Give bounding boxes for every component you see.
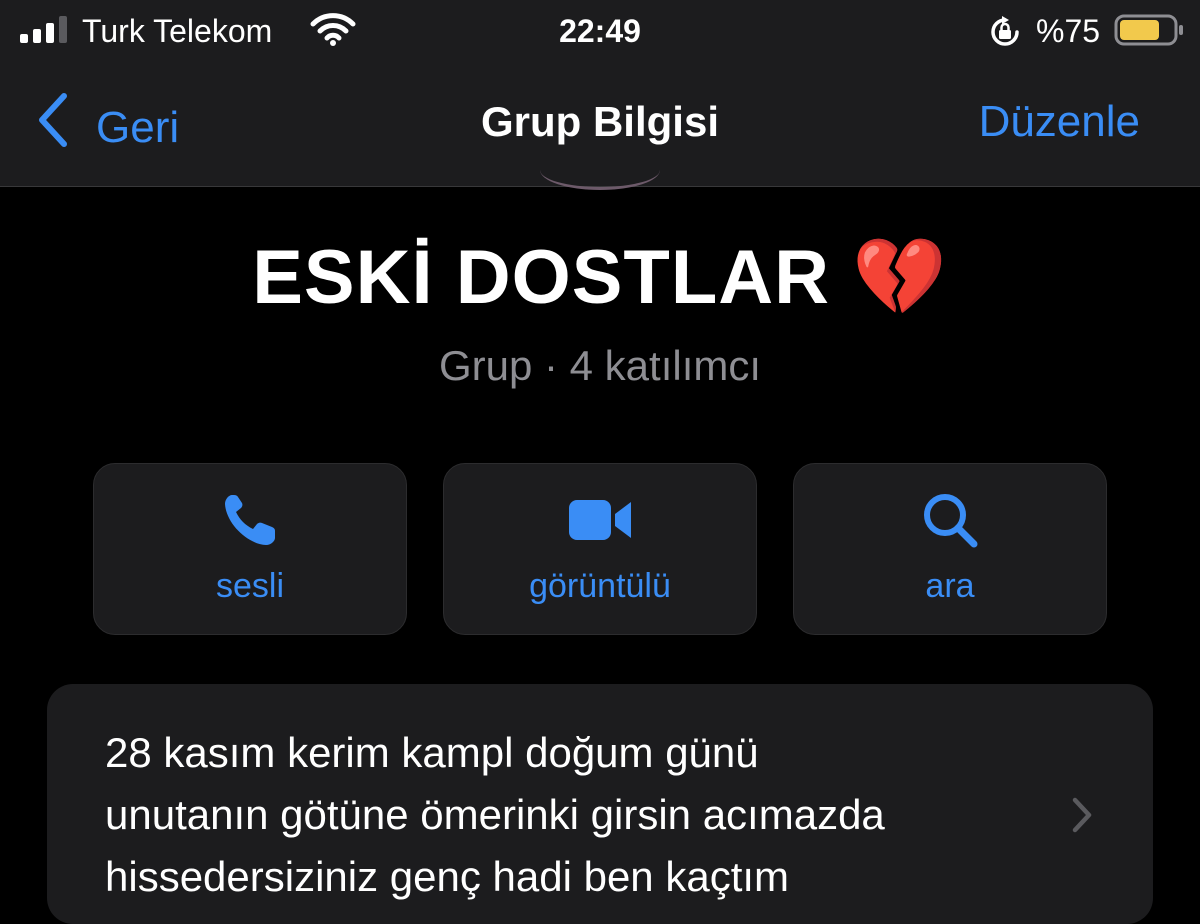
video-call-label: görüntülü [529,567,671,605]
video-camera-icon [444,490,756,550]
group-description[interactable]: 28 kasım kerim kampl doğum günü unutanın… [47,684,1153,924]
group-name: ESKİ DOSTLAR 💔 [252,235,948,320]
search-label: ara [925,567,975,605]
search-button[interactable]: ara [793,463,1107,635]
audio-call-button[interactable]: sesli [93,463,407,635]
group-avatar[interactable] [540,150,660,190]
group-participants: Grup · 4 katılımcı [438,342,762,389]
audio-call-label: sesli [215,567,285,605]
battery-percent: %75 [1036,13,1101,49]
orientation-lock-icon [988,15,1022,54]
video-call-button[interactable]: görüntülü [443,463,757,635]
battery-icon [1114,14,1186,51]
chevron-right-icon [1071,796,1093,839]
action-buttons: sesli görüntülü ara [93,463,1107,635]
search-icon [794,490,1106,550]
phone-icon [94,490,406,550]
group-description-text: 28 kasım kerim kampl doğum günü unutanın… [105,729,885,900]
status-bar: Turk Telekom 22:49 %75 [0,0,1200,62]
edit-button[interactable]: Düzenle [979,92,1140,152]
